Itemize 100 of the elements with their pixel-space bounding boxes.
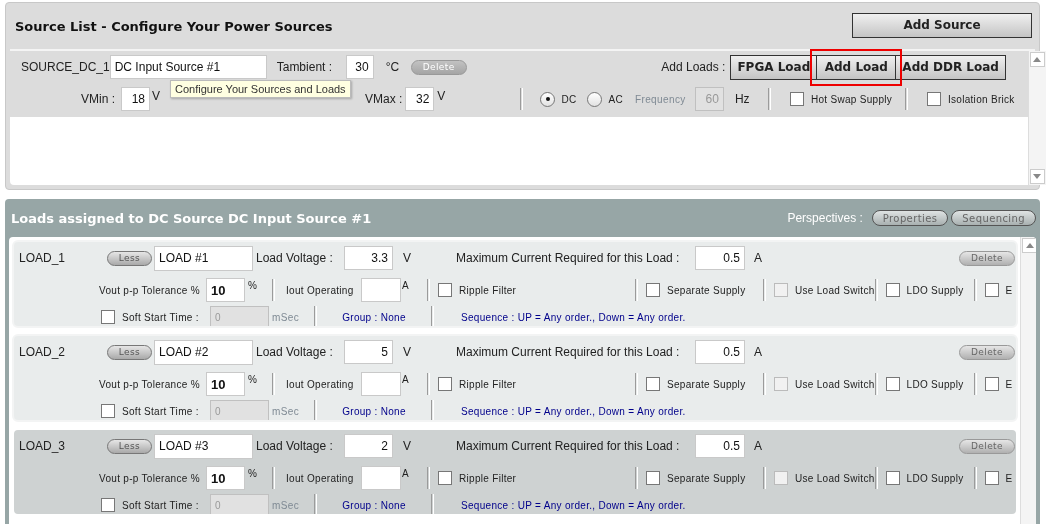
checkbox[interactable] [789,92,804,106]
current-label: Maximum Current Required for this Load : [456,439,681,453]
checkbox-label: Use Load Switch [795,472,875,484]
tolerance-label: Vout p-p Tolerance % [99,472,201,484]
less-button[interactable]: Less [107,250,152,266]
source-name-field[interactable]: DC Input Source #1 [109,55,267,79]
load-card[interactable] [12,240,1018,328]
current-field[interactable]: 0.5 [695,246,745,270]
less-button[interactable]: Less [107,438,152,454]
current-field[interactable]: 0.5 [695,434,745,458]
unit-label: A [754,439,762,453]
checkbox[interactable] [885,471,900,485]
panel-title: Source List - Configure Your Power Sources [15,18,333,34]
unit-label: V [437,89,446,103]
iout-field[interactable] [361,278,401,302]
add-source-button[interactable]: Add Source [852,12,1032,38]
soft-start-label: Soft Start Time : [122,499,200,511]
checkbox[interactable] [984,283,999,297]
vmax-field[interactable]: 32 [405,87,435,111]
radio-label: AC [608,93,623,105]
checkbox[interactable] [438,283,452,297]
tambient-field[interactable]: 30 [345,55,374,79]
voltage-field[interactable]: 5 [344,340,393,364]
checkbox-label: Use Load Switch [795,284,875,296]
perspectives-label: Perspectives : [787,211,863,225]
checkbox[interactable] [646,377,660,391]
current-label: Maximum Current Required for this Load : [456,251,681,265]
add-loads-label: Add Loads : [661,60,726,74]
unit-label: % [248,468,259,479]
load-name-field[interactable]: LOAD #2 [154,339,253,365]
checkbox[interactable] [646,471,660,485]
scrollbar[interactable] [1020,237,1036,524]
soft-start-label: Soft Start Time : [122,405,200,417]
checkbox-label: Separate Supply [667,378,746,390]
checkbox-label: LDO Supply [906,472,964,484]
voltage-label: Load Voltage : [256,251,334,265]
tolerance-field[interactable]: 10 [206,278,245,302]
panel-title: Loads assigned to DC Source DC Input Source #1 [11,210,373,226]
tambient-label: Tambient : [276,60,334,74]
scroll-up-icon[interactable] [1033,57,1042,62]
load-id: LOAD_3 [19,439,67,453]
source-id: SOURCE_DC_1 [21,60,110,74]
checkbox-label: Use Load Switch [795,378,875,390]
checkbox-label: Separate Supply [667,472,746,484]
scrollbar[interactable] [1027,51,1046,185]
checkbox-label: Hot Swap Supply [810,93,894,105]
sequence-label: Sequence : UP = Any order., Down = Any order. [461,499,686,511]
iout-label: Iout Operating [286,378,355,390]
delete-button[interactable]: Delete [959,344,1015,360]
voltage-field[interactable]: 3.3 [344,246,393,270]
checkbox[interactable] [646,283,660,297]
checkbox[interactable] [885,377,900,391]
tolerance-field[interactable]: 10 [206,372,245,396]
checkbox[interactable] [885,283,900,297]
group-label: Group : None [341,311,407,323]
delete-button[interactable]: Delete [959,250,1015,266]
checkbox-label: Separate Supply [667,284,746,296]
scroll-down-icon[interactable] [1033,174,1042,179]
checkbox[interactable] [984,377,999,391]
checkbox-label: LDO Supply [906,284,964,296]
load-id: LOAD_2 [19,345,67,359]
iout-field[interactable] [361,372,401,396]
checkbox-label: E [1005,472,1013,484]
tolerance-label: Vout p-p Tolerance % [99,378,201,390]
vmax-label: VMax : [365,92,403,106]
checkbox[interactable] [438,377,452,391]
load-id: LOAD_1 [19,251,67,265]
unit-label: A [402,374,410,385]
voltage-field[interactable]: 2 [344,434,393,458]
soft-start-label: Soft Start Time : [122,311,200,323]
add-load-button[interactable]: FPGA Load [730,54,818,80]
current-field[interactable]: 0.5 [695,340,745,364]
unit-label: % [248,280,259,291]
frequency-label: Frequency [634,93,687,105]
checkbox[interactable] [926,92,941,106]
radio-label: DC [561,93,577,105]
tooltip: Configure Your Sources and Loads [170,80,351,98]
radio-button[interactable] [587,91,603,107]
tolerance-field[interactable]: 10 [206,466,245,490]
checkbox[interactable] [438,471,452,485]
group-label: Group : None [341,499,407,511]
iout-field[interactable] [361,466,401,490]
voltage-label: Load Voltage : [256,345,334,359]
perspective-button[interactable]: Properties [871,210,949,226]
unit-label: A [402,468,410,479]
checkbox-label: Ripple Filter [459,378,517,390]
add-load-button[interactable]: Add DDR Load [895,54,1006,80]
radio-button[interactable] [540,91,556,107]
vmin-field[interactable]: 18 [121,87,150,111]
checkbox-label: LDO Supply [906,378,964,390]
checkbox[interactable] [984,471,999,485]
unit-label: mSec [272,311,301,323]
load-name-field[interactable]: LOAD #3 [154,433,253,459]
load-card[interactable] [12,334,1018,422]
unit-label: °C [385,60,401,74]
delete-button[interactable]: Delete [959,438,1015,454]
scroll-up-icon[interactable] [1025,243,1034,248]
less-button[interactable]: Less [107,344,152,360]
load-name-field[interactable]: LOAD #1 [154,245,253,271]
unit-label: V [403,251,412,265]
